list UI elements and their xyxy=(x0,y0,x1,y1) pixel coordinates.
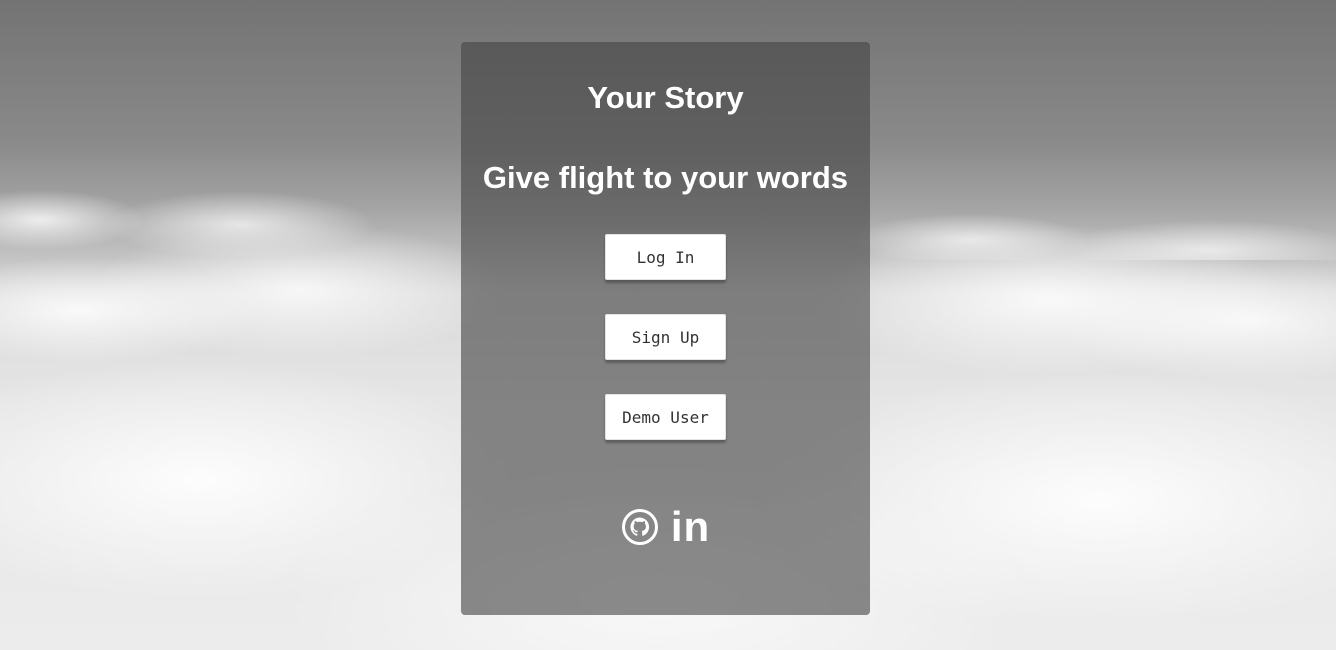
signup-button[interactable]: Sign Up xyxy=(605,314,726,360)
linkedin-icon[interactable]: in xyxy=(671,506,710,548)
login-button[interactable]: Log In xyxy=(605,234,726,280)
landing-card: Your Story Give flight to your words Log… xyxy=(461,42,870,615)
demo-user-button[interactable]: Demo User xyxy=(605,394,726,440)
tagline: Give flight to your words xyxy=(482,160,849,195)
social-links: in xyxy=(461,506,870,548)
github-icon[interactable] xyxy=(621,508,659,546)
app-title: Your Story xyxy=(587,80,744,115)
